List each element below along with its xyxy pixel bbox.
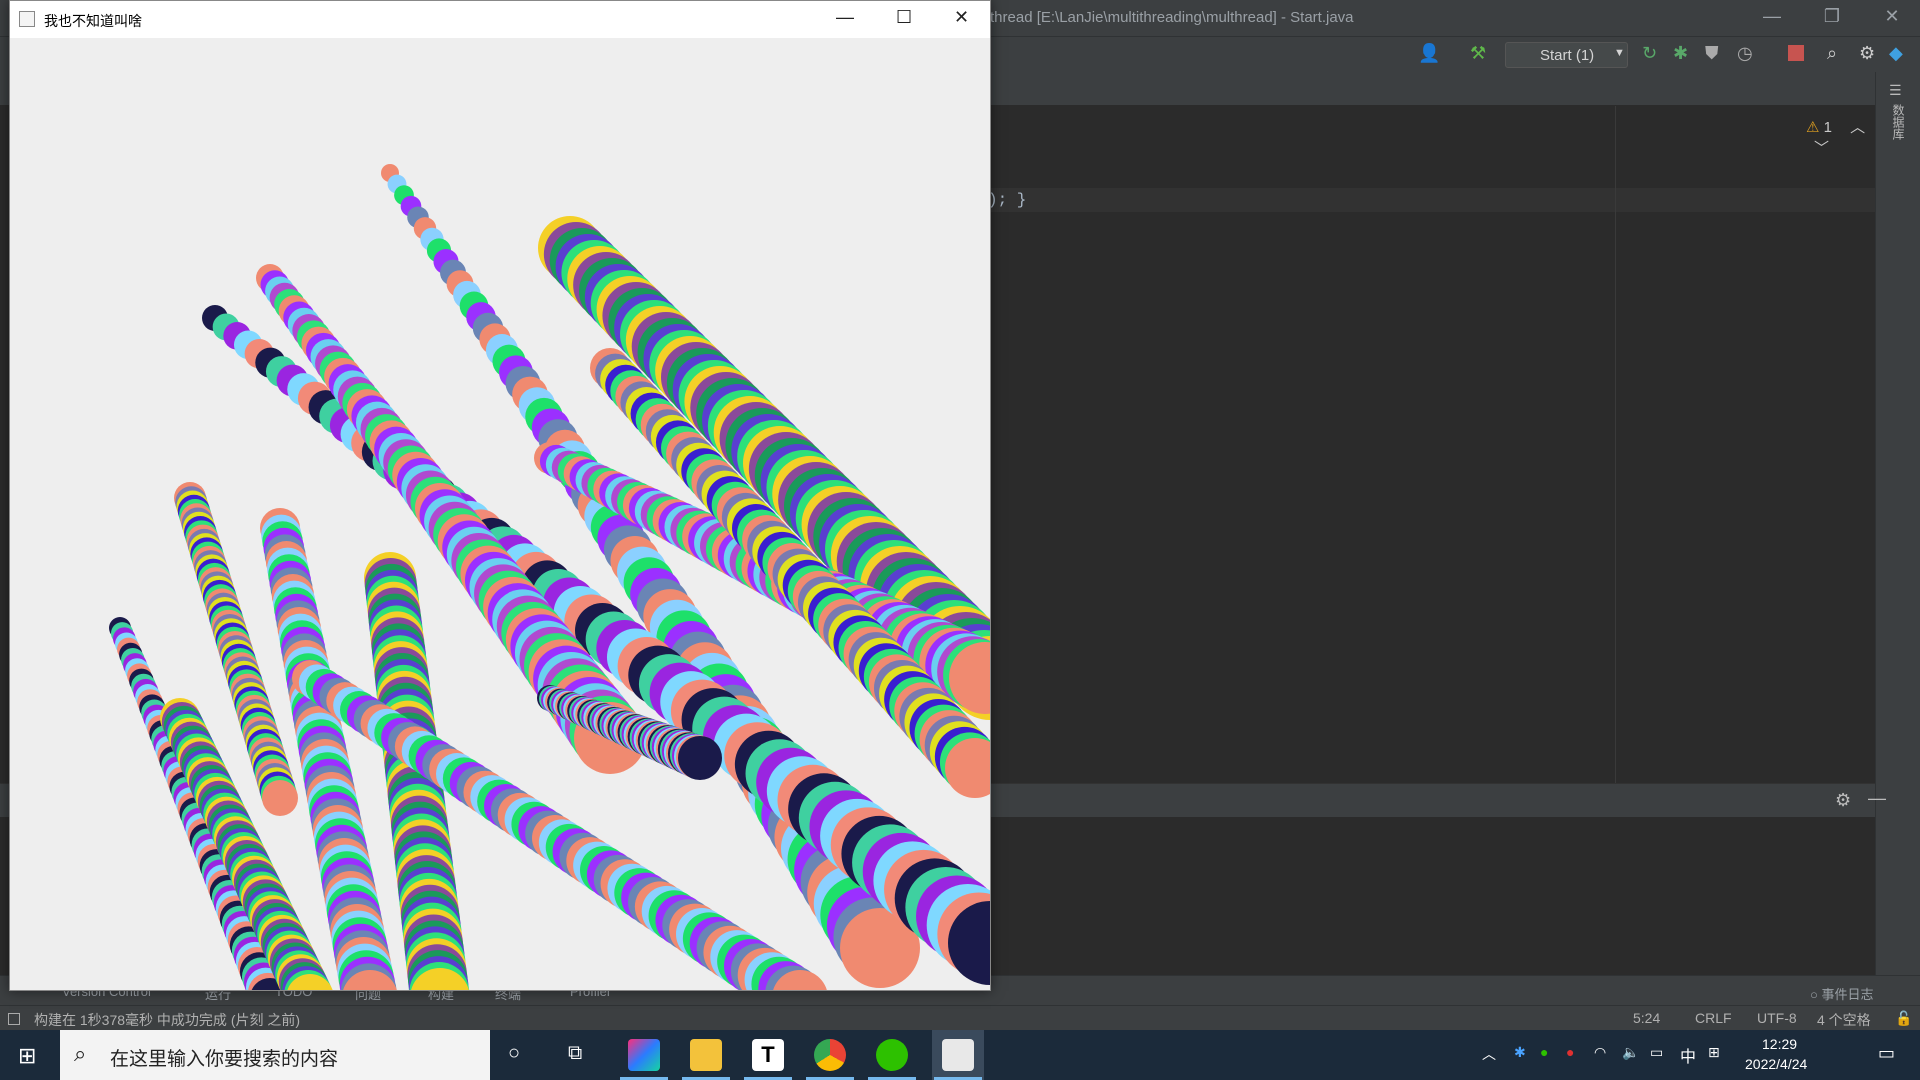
task-view-icon[interactable]: ⧉ [568, 1042, 582, 1065]
java-cup-icon [19, 11, 35, 27]
typora-icon[interactable]: T [752, 1039, 784, 1071]
ime-layout-icon[interactable]: ⊞ [1708, 1044, 1720, 1061]
right-tool-strip: ☰ 数据库 [1875, 72, 1920, 975]
ide-close-icon[interactable]: ✕ [1872, 6, 1912, 27]
current-line-highlight [990, 188, 1875, 212]
status-bar: 构建在 1秒378毫秒 中成功完成 (片刻 之前) 5:24 CRLF UTF-… [0, 1005, 1920, 1030]
java-app-window[interactable]: 我也不知道叫啥 — ☐ ✕ [9, 0, 991, 991]
gear-icon[interactable]: ⚙ [1859, 43, 1883, 67]
ide-window-title: thread [E:\LanJie\multithreading\multhre… [990, 9, 1354, 26]
antivirus-icon[interactable]: ● [1566, 1044, 1574, 1060]
search-icon[interactable]: ⌕ [1827, 43, 1851, 67]
indent-setting[interactable]: 4 个空格 [1817, 1010, 1871, 1030]
rerun-icon[interactable]: ↻ [1642, 43, 1666, 67]
system-tray: ︿ ✱ ● ● ◠ 🔈 ▭ 中 ⊞ 12:29 2022/4/24 ▭ [1480, 1030, 1920, 1080]
code-line: ); } [988, 191, 1027, 209]
clock-date[interactable]: 2022/4/24 [1745, 1056, 1807, 1072]
plugin-icon[interactable]: ◆ [1889, 43, 1913, 67]
database-icon[interactable]: ☰ [1889, 82, 1902, 99]
build-hammer-icon[interactable]: ⚒ [1470, 43, 1494, 67]
inspection-widget[interactable]: ⚠ 1 ︿ ﹀ [1806, 116, 1875, 158]
taskbar-search-placeholder: 在这里输入你要搜索的内容 [110, 1049, 339, 1070]
user-icon[interactable]: 👤 [1418, 43, 1442, 67]
ide-minimize-icon[interactable]: — [1752, 6, 1792, 27]
intellij-app-icon[interactable] [628, 1039, 660, 1071]
settings-gear-icon[interactable]: ⚙ [1835, 790, 1851, 811]
bluetooth-icon[interactable]: ✱ [1514, 1044, 1526, 1061]
event-log-tab[interactable]: ○ 事件日志 [1810, 984, 1874, 1003]
maximize-icon[interactable]: ☐ [896, 7, 912, 28]
chevron-down-icon: ▼ [1614, 47, 1625, 59]
volume-icon[interactable]: 🔈 [1622, 1044, 1639, 1061]
debug-bug-icon[interactable]: ✱ [1673, 43, 1697, 67]
drawing-canvas[interactable] [10, 38, 990, 990]
cursor-position[interactable]: 5:24 [1633, 1010, 1660, 1026]
chrome-icon[interactable] [814, 1039, 846, 1071]
search-icon: ⌕ [74, 1041, 87, 1066]
clock-time[interactable]: 12:29 [1762, 1036, 1797, 1052]
ime-indicator[interactable]: 中 [1680, 1043, 1696, 1067]
ide-restore-icon[interactable]: ❐ [1812, 6, 1852, 27]
database-tool-label[interactable]: 数据库 [1890, 104, 1907, 140]
warning-icon: ⚠ [1806, 119, 1820, 136]
wifi-icon[interactable]: ◠ [1594, 1044, 1606, 1061]
java-app-icon[interactable] [942, 1039, 974, 1071]
cortana-icon[interactable]: ○ [508, 1042, 520, 1065]
trail-ball [678, 736, 722, 780]
close-icon[interactable]: ✕ [954, 7, 969, 28]
warning-count: 1 [1823, 119, 1832, 136]
lock-icon[interactable]: 🔓 [1895, 1010, 1912, 1027]
stop-icon[interactable] [1788, 45, 1804, 61]
minimize-icon[interactable]: — [836, 7, 854, 28]
event-log-label: 事件日志 [1821, 987, 1874, 1002]
run-config-dropdown[interactable]: Start (1) ▼ [1505, 42, 1628, 68]
hide-panel-icon[interactable]: — [1868, 788, 1886, 809]
windows-start-icon[interactable]: ⊞ [18, 1043, 36, 1069]
wechat-tray-icon[interactable]: ● [1540, 1044, 1548, 1060]
app-window-title: 我也不知道叫啥 [44, 13, 142, 29]
file-encoding[interactable]: UTF-8 [1757, 1010, 1797, 1026]
battery-icon[interactable]: ▭ [1650, 1044, 1663, 1061]
notification-icon[interactable]: ▭ [1878, 1043, 1895, 1064]
trail-ball [262, 780, 298, 816]
search-icon: ○ [1810, 987, 1818, 1002]
app-titlebar[interactable]: 我也不知道叫啥 — ☐ ✕ [10, 1, 990, 38]
layout-icon[interactable] [8, 1013, 20, 1025]
right-margin-guide [1615, 106, 1616, 783]
file-explorer-icon[interactable] [690, 1039, 722, 1071]
run-config-label: Start (1) [1540, 47, 1595, 64]
chevron-down-icon[interactable]: ﹀ [1814, 140, 1829, 157]
profile-icon[interactable]: ◷ [1737, 43, 1761, 67]
status-message: 构建在 1秒378毫秒 中成功完成 (片刻 之前) [34, 1012, 301, 1028]
taskbar-search-box[interactable]: ⌕ 在这里输入你要搜索的内容 [60, 1030, 490, 1080]
coverage-shield-icon[interactable]: ⛊ [1705, 43, 1729, 67]
wechat-icon[interactable] [876, 1039, 908, 1071]
windows-taskbar: ⊞ ⌕ 在这里输入你要搜索的内容 ○ ⧉ T ︿ ✱ ● ● ◠ 🔈 ▭ 中 ⊞… [0, 1030, 1920, 1080]
ball-trails-svg [109, 164, 990, 990]
line-separator[interactable]: CRLF [1695, 1010, 1732, 1026]
chevron-up-icon[interactable]: ︿ [1850, 119, 1865, 136]
chevron-up-icon[interactable]: ︿ [1482, 1044, 1496, 1064]
